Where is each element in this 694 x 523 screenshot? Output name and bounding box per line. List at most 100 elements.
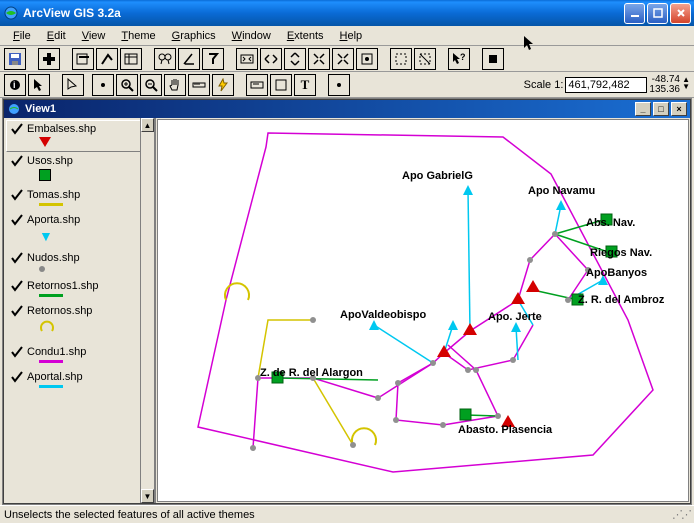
theme-label: Aporta.shp — [27, 214, 80, 226]
help-pointer-button[interactable]: ? — [448, 48, 470, 70]
find-button[interactable] — [154, 48, 176, 70]
check-icon[interactable] — [11, 252, 23, 264]
toc-scrollbar[interactable]: ▲ ▼ — [140, 118, 154, 503]
pointer-button[interactable] — [28, 74, 50, 96]
menu-edit[interactable]: Edit — [40, 29, 73, 43]
menu-file[interactable]: File — [6, 29, 38, 43]
theme-symbol — [39, 319, 147, 338]
zoom-out-button[interactable] — [140, 74, 162, 96]
menu-theme[interactable]: Theme — [114, 29, 162, 43]
theme-label: Tomas.shp — [27, 189, 80, 201]
zoom-out-fixed-button[interactable] — [332, 48, 354, 70]
clear-selection-button[interactable] — [414, 48, 436, 70]
theme-symbol — [39, 169, 147, 181]
draw-point-button[interactable] — [328, 74, 350, 96]
add-theme-button[interactable] — [38, 48, 60, 70]
check-icon[interactable] — [11, 346, 23, 358]
save-button[interactable] — [4, 48, 26, 70]
stop-button[interactable] — [482, 48, 504, 70]
map-label: Apo Navamu — [528, 185, 595, 197]
menu-help[interactable]: Help — [333, 29, 370, 43]
scroll-down-icon[interactable]: ▼ — [141, 489, 154, 503]
theme-item[interactable]: Tomas.shp — [6, 186, 152, 211]
scale-input[interactable] — [565, 77, 647, 93]
toc-panel: Embalses.shp Usos.shp Tomas.shp Aporta.shp ▼… — [4, 118, 156, 503]
docwin-title: View1 — [25, 103, 56, 115]
menu-window[interactable]: Window — [225, 29, 278, 43]
select-features-button[interactable] — [390, 48, 412, 70]
svg-text:?: ? — [460, 52, 466, 62]
zoom-in-button[interactable] — [116, 74, 138, 96]
menu-graphics[interactable]: Graphics — [165, 29, 223, 43]
check-icon[interactable] — [11, 189, 23, 201]
theme-label: Retornos.shp — [27, 305, 92, 317]
text-button[interactable] — [270, 74, 292, 96]
theme-symbol — [39, 203, 147, 206]
status-text: Unselects the selected features of all a… — [4, 509, 255, 521]
map-label: ApoBanyos — [586, 267, 647, 279]
scroll-up-icon[interactable]: ▲ — [141, 118, 154, 132]
theme-symbol — [39, 137, 147, 147]
check-icon[interactable] — [11, 371, 23, 383]
zoom-themes-button[interactable] — [260, 48, 282, 70]
close-button[interactable] — [670, 3, 691, 24]
vertex-edit-button[interactable] — [62, 74, 84, 96]
zoom-selected-button[interactable] — [284, 48, 306, 70]
theme-item[interactable]: Aporta.shp ▼ — [6, 211, 152, 249]
docwin-minimize-button[interactable]: _ — [635, 102, 651, 116]
app-icon — [3, 5, 19, 21]
menu-view[interactable]: View — [75, 29, 113, 43]
resize-grip-icon[interactable]: ⋰⋰ — [672, 508, 690, 521]
svg-text:i: i — [13, 80, 16, 90]
zoom-in-fixed-button[interactable] — [308, 48, 330, 70]
measure-button[interactable] — [188, 74, 210, 96]
identify-button[interactable]: i — [4, 74, 26, 96]
theme-symbol — [39, 385, 147, 388]
check-icon[interactable] — [11, 155, 23, 167]
view-icon — [7, 102, 21, 116]
view-window: View1 _ □ × Embalses.shp Usos.shp Tomas.sh… — [3, 99, 691, 504]
docwin-maximize-button[interactable]: □ — [653, 102, 669, 116]
titlebar: ArcView GIS 3.2a — [0, 0, 694, 26]
label-button[interactable] — [246, 74, 268, 96]
map-label: Z. de R. del Alargon — [260, 367, 363, 379]
scale-label: Scale 1: — [524, 79, 564, 91]
theme-item[interactable]: Retornos1.shp — [6, 277, 152, 302]
theme-props-button[interactable] — [72, 48, 94, 70]
pan-button[interactable] — [164, 74, 186, 96]
theme-item[interactable]: Condu1.shp — [6, 343, 152, 368]
hotlink-button[interactable] — [212, 74, 234, 96]
zoom-full-button[interactable] — [236, 48, 258, 70]
zoom-previous-button[interactable] — [356, 48, 378, 70]
menu-extents[interactable]: Extents — [280, 29, 331, 43]
check-icon[interactable] — [11, 214, 23, 226]
docwin-titlebar[interactable]: View1 _ □ × — [4, 100, 690, 118]
map-label: Abasto. Plasencia — [458, 424, 552, 436]
map-label: Riegos Nav. — [590, 247, 652, 259]
locate-button[interactable] — [178, 48, 200, 70]
check-icon[interactable] — [11, 280, 23, 292]
text-T-button[interactable]: T — [294, 74, 316, 96]
theme-item[interactable]: Usos.shp — [6, 152, 152, 186]
docwin-close-button[interactable]: × — [671, 102, 687, 116]
query-builder-button[interactable] — [202, 48, 224, 70]
app-title: ArcView GIS 3.2a — [23, 6, 624, 20]
check-icon[interactable] — [11, 123, 23, 135]
theme-label: Embalses.shp — [27, 123, 96, 135]
theme-label: Nudos.shp — [27, 252, 80, 264]
maximize-button[interactable] — [647, 3, 668, 24]
check-icon[interactable] — [11, 305, 23, 317]
legend-editor-button[interactable] — [96, 48, 118, 70]
theme-item[interactable]: Retornos.shp — [6, 302, 152, 343]
map-canvas[interactable]: Apo GabrielGApo NavamuAbs. Nav.Riegos Na… — [157, 119, 689, 502]
minimize-button[interactable] — [624, 3, 645, 24]
coords-readout: -48.74 135.36 ▲▼ — [649, 75, 690, 95]
theme-item[interactable]: Embalses.shp — [6, 120, 152, 152]
open-table-button[interactable] — [120, 48, 142, 70]
statusbar: Unselects the selected features of all a… — [0, 505, 694, 523]
theme-item[interactable]: Aportal.shp — [6, 368, 152, 393]
theme-symbol: ▼ — [39, 228, 147, 244]
add-feature-button[interactable] — [92, 74, 114, 96]
theme-item[interactable]: Nudos.shp — [6, 249, 152, 277]
theme-symbol — [39, 266, 147, 272]
